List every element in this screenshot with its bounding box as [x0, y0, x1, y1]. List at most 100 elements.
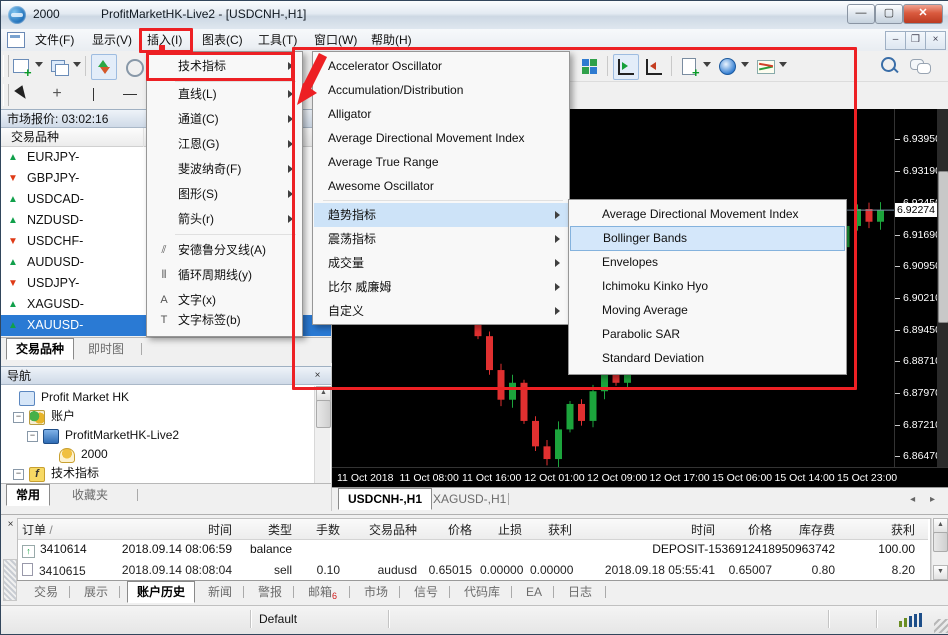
collapse-expander-icon[interactable]: − [27, 431, 38, 442]
indicators-list-button[interactable]: + [677, 54, 703, 80]
menu-item-volumes[interactable]: 成交量 [314, 251, 568, 275]
resize-grip[interactable] [934, 619, 948, 633]
child-minimize-button[interactable]: – [885, 31, 906, 50]
menu-item-fibonacci[interactable]: 斐波纳奇(F) [148, 157, 301, 182]
menu-item-trend-indicators[interactable]: 趋势指标 [314, 203, 568, 227]
periods-dropdown[interactable] [741, 62, 749, 67]
scroll-up-icon[interactable]: ▲ [316, 386, 331, 401]
menu-item-shapes[interactable]: 图形(S) [148, 182, 301, 207]
tile-windows-button[interactable] [577, 54, 603, 80]
menu-item-channels[interactable]: 通道(C) [148, 107, 301, 132]
terminal-grip[interactable] [3, 559, 17, 601]
tab-account-history[interactable]: 账户历史 [127, 581, 195, 603]
menu-item-average-true-range[interactable]: Average True Range [314, 150, 568, 174]
menu-item-alligator[interactable]: Alligator [314, 102, 568, 126]
menu-item-standard-deviation[interactable]: Standard Deviation [570, 346, 845, 370]
chart-shift-button[interactable] [613, 54, 639, 80]
indicators-list-dropdown[interactable] [703, 62, 711, 67]
terminal-close-icon[interactable]: × [3, 518, 18, 533]
chart-vertical-scrollbar[interactable] [937, 109, 948, 467]
menu-file[interactable]: 文件(F) [31, 31, 78, 49]
menu-view[interactable]: 显示(V) [88, 31, 136, 49]
profiles-button[interactable] [47, 54, 73, 80]
menu-item-cycle-lines[interactable]: ⦀循环周期线(y) [148, 263, 301, 288]
menu-item-accumulation-distribution[interactable]: Accumulation/Distribution [314, 78, 568, 102]
templates-button[interactable] [753, 54, 779, 80]
tab-trade[interactable]: 交易 [25, 583, 67, 601]
tab-market[interactable]: 市场 [355, 583, 397, 601]
menu-charts[interactable]: 图表(C) [198, 31, 247, 49]
menu-item-lines[interactable]: 直线(L) [148, 82, 301, 107]
chart-tab-xagusd[interactable]: XAGUSD-,H1 [424, 490, 515, 508]
chart-time-scale[interactable]: 11 Oct 201811 Oct 08:0011 Oct 16:0012 Oc… [332, 467, 948, 488]
table-header-row[interactable]: 订单 / 时间 类型 手数 交易品种 价格 止损 获利 时间 价格 库存费 获利 [18, 519, 928, 540]
menu-item-custom[interactable]: 自定义 [314, 299, 568, 323]
collapse-expander-icon[interactable]: − [13, 469, 24, 480]
menu-item-text-label[interactable]: T文字标签(b) [148, 308, 301, 333]
minimize-button[interactable]: — [847, 4, 875, 24]
new-chart-dropdown[interactable] [35, 62, 43, 67]
tab-exposure[interactable]: 展示 [75, 583, 117, 601]
menu-item-awesome-oscillator[interactable]: Awesome Oscillator [314, 174, 568, 198]
menu-item-accelerator-oscillator[interactable]: Accelerator Oscillator [314, 54, 568, 78]
tab-experts[interactable]: EA [517, 583, 551, 601]
tab-common[interactable]: 常用 [6, 484, 50, 506]
close-button[interactable]: ✕ [903, 4, 943, 24]
menu-item-bollinger-bands[interactable]: Bollinger Bands [570, 226, 845, 251]
chart-price-scale[interactable]: 6.939506.931906.924506.916906.909506.902… [894, 109, 938, 467]
periods-button[interactable] [715, 54, 741, 80]
child-close-button[interactable]: × [925, 31, 946, 50]
market-watch-tab-bar: 交易品种 即时图 [1, 337, 331, 367]
collapse-expander-icon[interactable]: − [13, 412, 24, 423]
navigator-close-icon[interactable]: × [310, 369, 325, 384]
child-restore-button[interactable]: ❒ [905, 31, 926, 50]
terminal-scrollbar[interactable]: ▲ ▼ [931, 518, 947, 580]
menu-item-adx[interactable]: Average Directional Movement Index [570, 202, 845, 226]
crosshair-button[interactable]: + [45, 82, 71, 108]
time-tick-label: 15 Oct 06:00 [712, 472, 772, 484]
profiles-dropdown[interactable] [73, 62, 81, 67]
cursor-button[interactable] [9, 82, 35, 108]
menu-item-parabolic-sar[interactable]: Parabolic SAR [570, 322, 845, 346]
horizontal-line-button[interactable] [117, 82, 143, 108]
menu-window[interactable]: 窗口(W) [310, 31, 361, 49]
data-window-button[interactable] [121, 54, 147, 80]
menu-item-ichimoku[interactable]: Ichimoku Kinko Hyo [570, 274, 845, 298]
market-watch-toggle-button[interactable] [91, 54, 117, 80]
menu-item-indicators[interactable]: 技术指标 [148, 54, 301, 79]
history-row-balance[interactable]: ↑3410614 2018.09.14 08:06:59 balance DEP… [18, 540, 928, 560]
vertical-line-button[interactable] [81, 82, 107, 108]
menu-item-oscillators[interactable]: 震荡指标 [314, 227, 568, 251]
profile-indicator[interactable]: Default [259, 612, 297, 626]
menu-item-adx[interactable]: Average Directional Movement Index [314, 126, 568, 150]
menu-item-arrows[interactable]: 箭头(r) [148, 207, 301, 232]
menu-insert[interactable]: 插入(I) [143, 31, 186, 49]
chart-tab-scroll-arrows[interactable]: ◂ ▸ [910, 494, 941, 505]
tab-mailbox[interactable]: 邮箱6 [299, 583, 346, 601]
menu-item-envelopes[interactable]: Envelopes [570, 250, 845, 274]
scroll-down-icon[interactable]: ▼ [933, 565, 948, 580]
menu-help[interactable]: 帮助(H) [367, 31, 416, 49]
new-chart-button[interactable]: + [9, 54, 35, 80]
tab-tick-chart[interactable]: 即时图 [79, 340, 133, 358]
tab-favorites[interactable]: 收藏夹 [63, 486, 117, 504]
tab-symbols[interactable]: 交易品种 [6, 338, 74, 360]
menu-tools[interactable]: 工具(T) [254, 31, 301, 49]
tab-alerts[interactable]: 警报 [249, 583, 291, 601]
templates-dropdown[interactable] [779, 62, 787, 67]
menu-item-moving-average[interactable]: Moving Average [570, 298, 845, 322]
auto-scroll-button[interactable] [641, 54, 667, 80]
chart-tab-usdcnh[interactable]: USDCNH-,H1 [338, 488, 432, 510]
menu-item-gann[interactable]: 江恩(G) [148, 132, 301, 157]
tab-journal[interactable]: 日志 [559, 583, 601, 601]
restore-button[interactable]: ▢ [875, 4, 903, 24]
search-button[interactable] [877, 54, 903, 80]
chat-button[interactable] [907, 54, 933, 80]
tab-signals[interactable]: 信号 [405, 583, 447, 601]
menu-item-andrews-pitchfork[interactable]: ⫽安德鲁分叉线(A) [148, 238, 301, 263]
scroll-up-icon[interactable]: ▲ [933, 518, 948, 533]
tab-news[interactable]: 新闻 [199, 583, 241, 601]
history-row-order[interactable]: 3410615 2018.09.14 08:08:04 sell 0.10 au… [18, 561, 928, 578]
tab-code-base[interactable]: 代码库 [455, 583, 509, 601]
menu-item-bill-williams[interactable]: 比尔 威廉姆 [314, 275, 568, 299]
